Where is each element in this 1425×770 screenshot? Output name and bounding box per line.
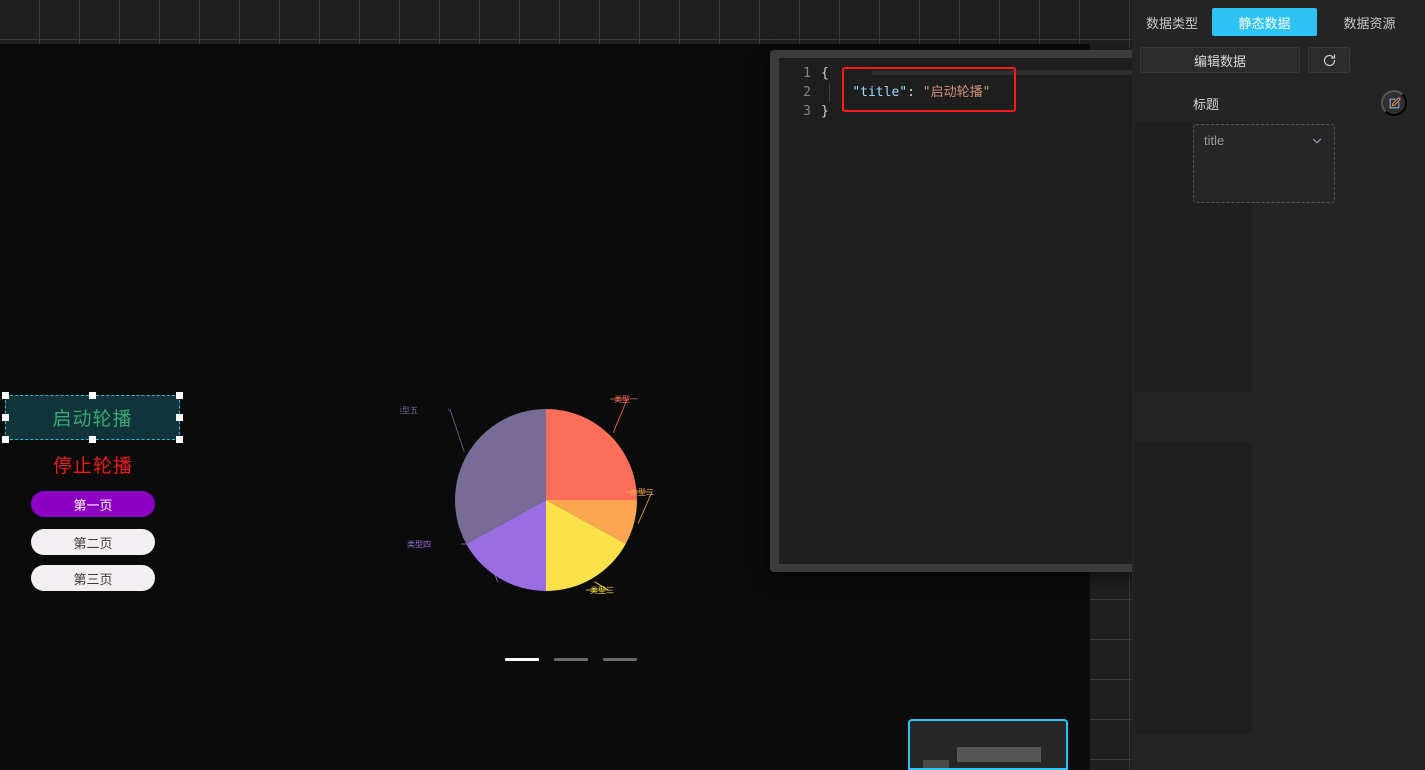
carousel-dot-1[interactable] xyxy=(505,658,539,661)
panel-body: 编辑数据 标题 title xyxy=(1132,44,1425,770)
title-field-select[interactable]: title xyxy=(1204,133,1324,148)
code-token-close-brace: } xyxy=(821,104,829,119)
code-top-scroll-strip[interactable] xyxy=(872,70,1170,75)
pie-slice-label: 类型一 xyxy=(614,394,638,404)
line-number: 1 xyxy=(803,66,811,81)
tab-static-data[interactable]: 静态数据 xyxy=(1212,8,1317,36)
title-field-header: 标题 xyxy=(1193,88,1407,118)
code-editor-inner[interactable]: 1 2 3 { "title": "启动轮播" } xyxy=(779,58,1192,564)
bottom-selected-panel[interactable] xyxy=(908,719,1068,770)
indent-guide xyxy=(829,83,830,102)
stop-carousel-label: 停止轮播 xyxy=(52,455,133,477)
pie-slice-label: 类型二 xyxy=(630,487,654,497)
pie-slice-label: 类型五 xyxy=(400,405,418,415)
code-token-colon: : xyxy=(907,85,923,100)
bottom-panel-bar-wide xyxy=(957,747,1041,762)
pie-chart[interactable]: 类型一类型二类型三 类型四 类型五 xyxy=(400,374,700,674)
title-field-select-value: title xyxy=(1204,133,1225,148)
edit-data-label: 编辑数据 xyxy=(1193,53,1246,69)
carousel-indicator[interactable] xyxy=(505,658,637,661)
right-properties-panel: 数据类型 静态数据 数据资源 编辑数据 标题 title xyxy=(1132,0,1425,770)
resize-handle-ne[interactable] xyxy=(176,392,183,399)
pie-label-leader-line xyxy=(610,398,628,433)
tab-data-type-label: 数据类型 xyxy=(1145,15,1198,31)
resize-handle-s[interactable] xyxy=(89,436,96,443)
start-carousel-button[interactable]: 启动轮播 xyxy=(2,392,183,443)
page-button-3[interactable]: 第三页 xyxy=(31,565,155,591)
code-gutter: 1 2 3 xyxy=(779,58,821,564)
refresh-button[interactable] xyxy=(1308,47,1350,73)
resize-handle-n[interactable] xyxy=(89,392,96,399)
stop-carousel-button[interactable]: 停止轮播 xyxy=(32,450,154,478)
resize-handle-nw[interactable] xyxy=(2,392,9,399)
edit-pencil-icon xyxy=(1389,96,1401,108)
json-code-editor[interactable]: 1 2 3 { "title": "启动轮播" } xyxy=(770,50,1192,572)
tab-data-resource[interactable]: 数据资源 xyxy=(1317,8,1422,36)
line-number: 2 xyxy=(803,85,811,100)
resize-handle-se[interactable] xyxy=(176,436,183,443)
title-field-box[interactable]: title xyxy=(1193,124,1335,203)
code-token-open-brace: { xyxy=(821,66,829,81)
page-button-2-label: 第二页 xyxy=(73,535,113,551)
data-source-tabs: 数据类型 静态数据 数据资源 xyxy=(1132,0,1425,44)
resize-handle-e[interactable] xyxy=(176,414,183,421)
edit-data-row: 编辑数据 xyxy=(1140,47,1350,73)
code-token-key: "title" xyxy=(852,85,908,100)
carousel-dot-3[interactable] xyxy=(603,658,637,661)
tab-static-data-label: 静态数据 xyxy=(1238,15,1291,31)
page-button-2[interactable]: 第二页 xyxy=(31,529,155,555)
page-button-3-label: 第三页 xyxy=(73,571,113,587)
pie-slice-label: 类型四 xyxy=(407,539,431,549)
page-button-1[interactable]: 第一页 xyxy=(31,491,155,517)
pie-chart-svg: 类型一类型二类型三 类型四 类型五 xyxy=(400,394,654,595)
chevron-down-icon[interactable] xyxy=(1310,134,1324,148)
pie-slice-label: 类型三 xyxy=(590,585,614,595)
start-carousel-label: 启动轮播 xyxy=(52,409,133,430)
code-token-value: "启动轮播" xyxy=(922,85,991,100)
panel-placeholder-card-bottom xyxy=(1134,441,1252,734)
page-button-1-label: 第一页 xyxy=(73,497,113,513)
edit-data-button[interactable]: 编辑数据 xyxy=(1140,47,1300,73)
tab-data-resource-label: 数据资源 xyxy=(1343,15,1396,31)
pie-label-leader-line xyxy=(448,409,465,452)
bottom-panel-bar-small xyxy=(923,760,949,768)
field-edit-button[interactable] xyxy=(1381,90,1407,116)
line-number: 3 xyxy=(803,104,811,119)
carousel-dot-2[interactable] xyxy=(554,658,588,661)
title-field-section: 标题 title xyxy=(1193,88,1407,203)
pie-slice[interactable] xyxy=(546,409,637,500)
grid-background-top xyxy=(0,0,1090,45)
tab-data-type[interactable]: 数据类型 xyxy=(1132,8,1212,36)
resize-handle-w[interactable] xyxy=(2,414,9,421)
refresh-icon xyxy=(1323,53,1335,66)
title-field-label: 标题 xyxy=(1193,96,1220,112)
resize-handle-sw[interactable] xyxy=(2,436,9,443)
app-root: 启动轮播 停止轮播 第一页 第二页 第三页 类型一类型二类型三 类型四 类型五 xyxy=(0,0,1425,770)
